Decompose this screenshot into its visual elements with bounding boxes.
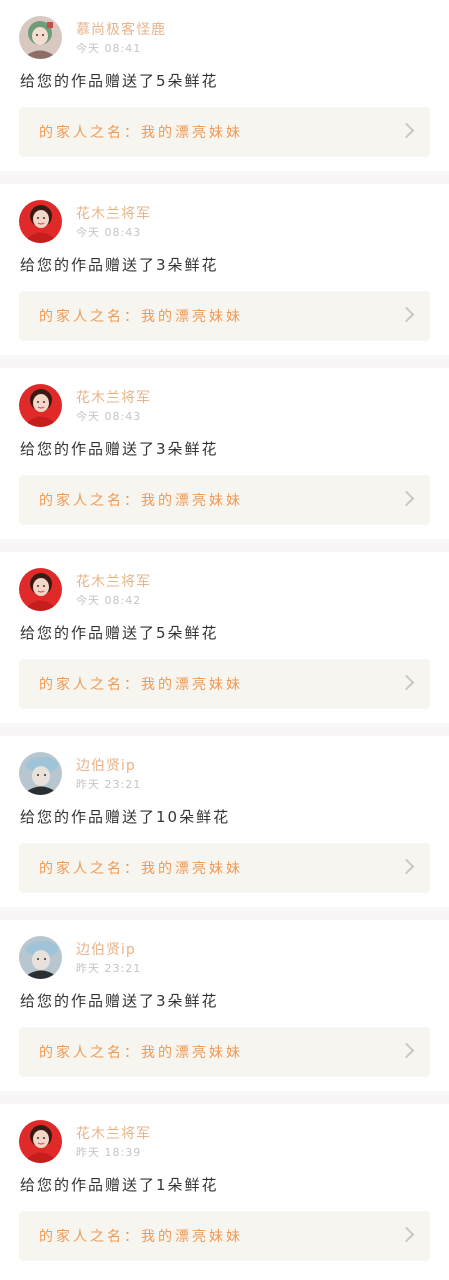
fan-group-bar[interactable]: 的家人之名：我的漂亮妹妹 xyxy=(19,291,430,341)
user-name[interactable]: 慕尚极客怪鹿 xyxy=(76,19,166,39)
gift-time: 今天 08:41 xyxy=(76,42,142,55)
chevron-right-icon xyxy=(398,490,415,507)
fan-group-bar[interactable]: 的家人之名：我的漂亮妹妹 xyxy=(19,1027,430,1077)
fan-group-label: 的家人之名：我的漂亮妹妹 xyxy=(39,309,243,325)
gift-message: 给您的作品赠送了3朵鲜花 xyxy=(20,256,219,274)
fan-group-label: 的家人之名：我的漂亮妹妹 xyxy=(39,493,243,509)
gift-card-6: 边伯贤ip 昨天 23:21 给您的作品赠送了3朵鲜花 的家人之名：我的漂亮妹妹 xyxy=(0,920,449,1091)
gift-feed: 慕尚极客怪鹿 今天 08:41 给您的作品赠送了5朵鲜花 的家人之名：我的漂亮妹… xyxy=(0,0,449,1280)
card-separator xyxy=(0,355,449,368)
gift-card-2: 花木兰将军 今天 08:43 给您的作品赠送了3朵鲜花 的家人之名：我的漂亮妹妹 xyxy=(0,184,449,355)
user-avatar[interactable] xyxy=(19,752,62,795)
user-name[interactable]: 边伯贤ip xyxy=(76,939,136,959)
user-name[interactable]: 花木兰将军 xyxy=(76,1123,151,1143)
card-separator xyxy=(0,171,449,184)
chevron-right-icon xyxy=(398,1226,415,1243)
gift-message: 给您的作品赠送了1朵鲜花 xyxy=(20,1176,219,1194)
fan-group-bar[interactable]: 的家人之名：我的漂亮妹妹 xyxy=(19,843,430,893)
gift-card-7: 花木兰将军 昨天 18:39 给您的作品赠送了1朵鲜花 的家人之名：我的漂亮妹妹 xyxy=(0,1104,449,1275)
user-name[interactable]: 边伯贤ip xyxy=(76,755,136,775)
user-avatar[interactable] xyxy=(19,16,62,59)
chevron-right-icon xyxy=(398,674,415,691)
gift-message: 给您的作品赠送了5朵鲜花 xyxy=(20,624,219,642)
chevron-right-icon xyxy=(398,858,415,875)
fan-group-bar[interactable]: 的家人之名：我的漂亮妹妹 xyxy=(19,1211,430,1261)
user-name[interactable]: 花木兰将军 xyxy=(76,203,151,223)
user-avatar[interactable] xyxy=(19,200,62,243)
fan-group-bar[interactable]: 的家人之名：我的漂亮妹妹 xyxy=(19,107,430,157)
user-name[interactable]: 花木兰将军 xyxy=(76,571,151,591)
user-avatar[interactable] xyxy=(19,1120,62,1163)
card-separator xyxy=(0,723,449,736)
gift-message: 给您的作品赠送了3朵鲜花 xyxy=(20,992,219,1010)
card-separator xyxy=(0,907,449,920)
chevron-right-icon xyxy=(398,1042,415,1059)
user-avatar[interactable] xyxy=(19,936,62,979)
chevron-right-icon xyxy=(398,122,415,139)
card-separator xyxy=(0,1091,449,1104)
user-avatar[interactable] xyxy=(19,568,62,611)
fan-group-label: 的家人之名：我的漂亮妹妹 xyxy=(39,1045,243,1061)
gift-card-5: 边伯贤ip 昨天 23:21 给您的作品赠送了10朵鲜花 的家人之名：我的漂亮妹… xyxy=(0,736,449,907)
gift-card-4: 花木兰将军 今天 08:42 给您的作品赠送了5朵鲜花 的家人之名：我的漂亮妹妹 xyxy=(0,552,449,723)
gift-time: 今天 08:42 xyxy=(76,594,142,607)
fan-group-bar[interactable]: 的家人之名：我的漂亮妹妹 xyxy=(19,659,430,709)
chevron-right-icon xyxy=(398,306,415,323)
fan-group-label: 的家人之名：我的漂亮妹妹 xyxy=(39,677,243,693)
gift-card-1: 慕尚极客怪鹿 今天 08:41 给您的作品赠送了5朵鲜花 的家人之名：我的漂亮妹… xyxy=(0,0,449,171)
user-name[interactable]: 花木兰将军 xyxy=(76,387,151,407)
gift-time: 昨天 23:21 xyxy=(76,962,142,975)
gift-time: 今天 08:43 xyxy=(76,226,142,239)
user-avatar[interactable] xyxy=(19,384,62,427)
card-separator xyxy=(0,539,449,552)
gift-message: 给您的作品赠送了3朵鲜花 xyxy=(20,440,219,458)
gift-time: 昨天 23:21 xyxy=(76,778,142,791)
fan-group-label: 的家人之名：我的漂亮妹妹 xyxy=(39,1229,243,1245)
fan-group-label: 的家人之名：我的漂亮妹妹 xyxy=(39,125,243,141)
fan-group-bar[interactable]: 的家人之名：我的漂亮妹妹 xyxy=(19,475,430,525)
gift-time: 昨天 18:39 xyxy=(76,1146,142,1159)
gift-message: 给您的作品赠送了5朵鲜花 xyxy=(20,72,219,90)
fan-group-label: 的家人之名：我的漂亮妹妹 xyxy=(39,861,243,877)
gift-message: 给您的作品赠送了10朵鲜花 xyxy=(20,808,231,826)
gift-card-3: 花木兰将军 今天 08:43 给您的作品赠送了3朵鲜花 的家人之名：我的漂亮妹妹 xyxy=(0,368,449,539)
gift-time: 今天 08:43 xyxy=(76,410,142,423)
